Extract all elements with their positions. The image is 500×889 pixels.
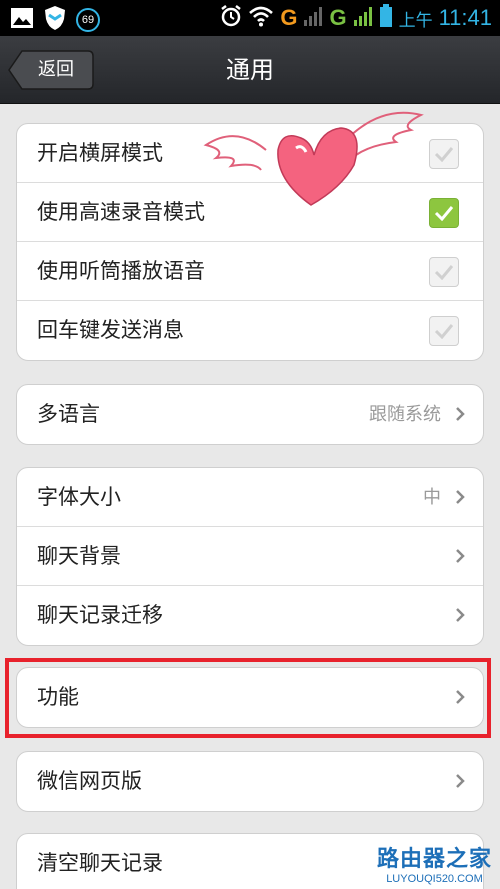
status-bar: 69 G G 上午 11:41: [0, 0, 500, 36]
enter-to-send-checkbox[interactable]: [429, 316, 459, 346]
signal-icon: [303, 5, 323, 31]
title-bar: 通用 返回: [0, 36, 500, 104]
chevron-right-icon: [456, 407, 465, 421]
earpiece-playback-checkbox[interactable]: [429, 257, 459, 287]
chevron-right-icon: [456, 608, 465, 622]
setting-earpiece-playback[interactable]: 使用听筒播放语音: [17, 242, 483, 301]
setting-value: 中: [423, 487, 441, 508]
chevron-right-icon: [456, 549, 465, 563]
language-card: 多语言 跟随系统: [16, 384, 484, 445]
setting-label: 字体大小: [37, 485, 121, 509]
setting-enter-to-send[interactable]: 回车键发送消息: [17, 301, 483, 360]
web-version-card: 微信网页版: [16, 751, 484, 812]
shield-icon: [44, 5, 66, 35]
setting-label: 聊天记录迁移: [37, 603, 163, 627]
setting-label: 使用听筒播放语音: [37, 259, 205, 283]
watermark-url: LUYOUQI520.COM: [386, 873, 483, 885]
winged-heart-icon: [203, 111, 424, 206]
highlight-box: [5, 658, 491, 738]
network-type-g: G: [280, 5, 298, 30]
setting-label: 多语言: [37, 402, 100, 426]
wifi-icon: [248, 5, 274, 31]
setting-language[interactable]: 多语言 跟随系统: [17, 385, 483, 444]
setting-value: 跟随系统: [369, 404, 441, 425]
setting-label: 聊天背景: [37, 544, 121, 568]
battery-icon: [379, 4, 393, 32]
setting-label: 清空聊天记录: [37, 851, 163, 875]
setting-wechat-web[interactable]: 微信网页版: [17, 752, 483, 811]
setting-label: 开启横屏模式: [37, 141, 163, 165]
watermark-brand: 路由器之家: [376, 847, 492, 872]
watermark: 路由器之家 LUYOUQI520.COM: [377, 841, 492, 885]
landscape-mode-checkbox[interactable]: [429, 139, 459, 169]
clock: 11:41: [438, 5, 492, 30]
setting-label: 使用高速录音模式: [37, 200, 205, 224]
ampm-label: 上午: [398, 10, 433, 31]
high-speed-recording-checkbox[interactable]: [429, 198, 459, 228]
alarm-icon: [220, 4, 242, 32]
signal-icon: [353, 5, 373, 31]
back-button-label: 返回: [38, 59, 74, 80]
chevron-right-icon: [456, 774, 465, 788]
setting-label: 回车键发送消息: [37, 318, 184, 342]
notification-badge: 69: [76, 8, 100, 32]
back-button[interactable]: 返回: [8, 50, 94, 90]
setting-font-size[interactable]: 字体大小 中: [17, 468, 483, 527]
setting-chat-history-migration[interactable]: 聊天记录迁移: [17, 586, 483, 645]
chat-settings-card: 字体大小 中 聊天背景 聊天记录迁移: [16, 467, 484, 646]
chevron-right-icon: [456, 490, 465, 504]
setting-chat-background[interactable]: 聊天背景: [17, 527, 483, 586]
setting-label: 微信网页版: [37, 769, 142, 793]
network-type-g2: G: [329, 5, 347, 30]
image-icon: [10, 7, 34, 33]
